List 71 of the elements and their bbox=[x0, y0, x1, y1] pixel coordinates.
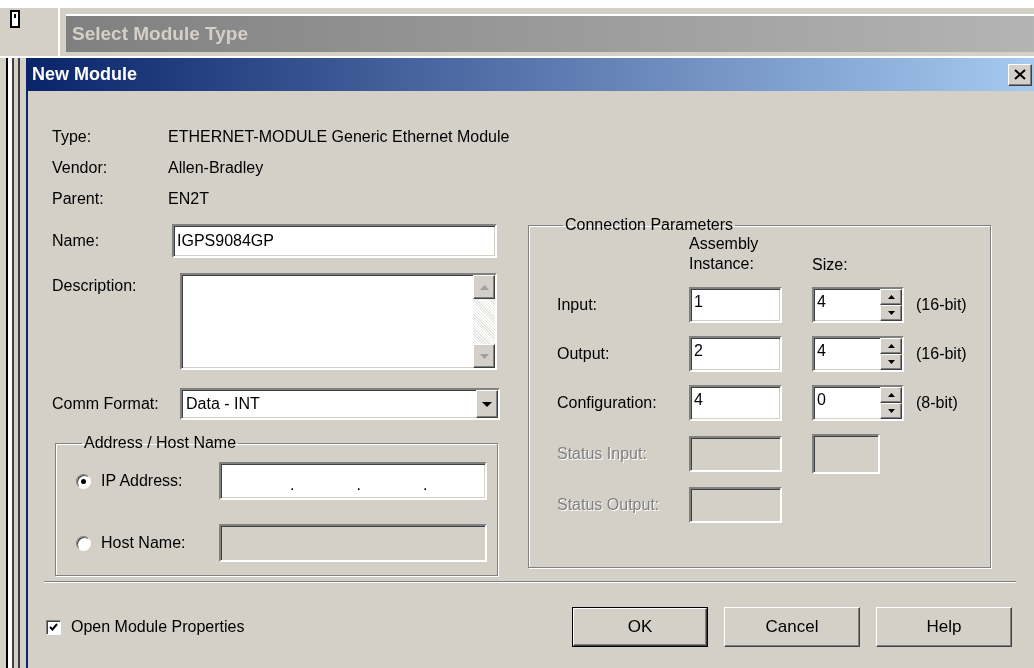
checkbox[interactable] bbox=[46, 619, 61, 635]
comm-format-dropdown[interactable]: Data - INT bbox=[180, 388, 500, 420]
row-label: Status Input: bbox=[557, 445, 648, 463]
size-spinner[interactable]: 4 bbox=[812, 287, 904, 323]
size-spinner[interactable]: 4 bbox=[812, 336, 904, 372]
dialog-button[interactable]: Cancel bbox=[724, 607, 860, 647]
checkbox-label: Open Module Properties bbox=[71, 618, 245, 636]
up-arrow-icon bbox=[479, 284, 489, 290]
size-field[interactable] bbox=[812, 434, 880, 474]
scroll-up-button[interactable] bbox=[473, 275, 495, 299]
size-spinner[interactable]: 0 bbox=[812, 385, 904, 421]
description-field[interactable] bbox=[180, 273, 497, 370]
field-label: Comm Format: bbox=[52, 395, 160, 413]
size-unit: (16-bit) bbox=[916, 296, 968, 314]
row-label: Output: bbox=[557, 345, 611, 363]
host-name-field[interactable] bbox=[219, 524, 487, 562]
option-label: IP Address: bbox=[101, 472, 184, 490]
down-arrow-icon bbox=[887, 409, 895, 413]
instance-field[interactable] bbox=[689, 436, 782, 472]
check-icon bbox=[49, 623, 58, 631]
caret-icon bbox=[482, 401, 492, 407]
info-value: EN2T bbox=[168, 189, 210, 208]
dialog-button[interactable]: Help bbox=[876, 607, 1012, 647]
info-label: Parent: bbox=[52, 189, 105, 208]
spin-down-button[interactable] bbox=[880, 354, 902, 370]
size-unit: (16-bit) bbox=[916, 345, 968, 363]
size-unit: (8-bit) bbox=[916, 394, 959, 412]
group-title: Address / Host Name bbox=[83, 434, 238, 452]
scrollbar-track[interactable] bbox=[473, 275, 495, 368]
group-title: Connection Parameters bbox=[564, 216, 735, 234]
field-label: Description: bbox=[52, 276, 138, 295]
down-arrow-icon bbox=[479, 353, 489, 359]
dialog-button[interactable]: OK bbox=[572, 607, 708, 647]
option-label: Host Name: bbox=[101, 534, 187, 552]
scroll-down-button[interactable] bbox=[473, 344, 495, 368]
name-field[interactable]: IGPS9084GP bbox=[172, 224, 497, 258]
background-window-title: Select Module Type bbox=[66, 14, 1034, 52]
ip-separator: . bbox=[356, 476, 361, 494]
instance-field[interactable]: 1 bbox=[689, 287, 782, 323]
down-arrow-icon bbox=[887, 360, 895, 364]
ip-separator: . bbox=[290, 476, 295, 494]
info-value: Allen-Bradley bbox=[168, 158, 265, 177]
field-label: Name: bbox=[52, 232, 101, 250]
close-button[interactable] bbox=[1008, 63, 1032, 86]
up-arrow-icon bbox=[887, 344, 895, 348]
instance-field[interactable] bbox=[689, 487, 782, 523]
spin-up-button[interactable] bbox=[880, 338, 902, 354]
ip-separator: . bbox=[422, 476, 428, 494]
dropdown-button[interactable] bbox=[476, 390, 498, 418]
info-label: Type: bbox=[52, 127, 93, 146]
spin-up-button[interactable] bbox=[880, 289, 902, 305]
spin-down-button[interactable] bbox=[880, 305, 902, 321]
instance-field[interactable]: 2 bbox=[689, 336, 782, 372]
window-icon bbox=[10, 10, 20, 28]
up-arrow-icon bbox=[887, 295, 895, 299]
row-label: Input: bbox=[557, 296, 599, 314]
row-label: Status Output: bbox=[557, 496, 661, 514]
dialog-title: New Module bbox=[32, 64, 137, 85]
down-arrow-icon bbox=[887, 311, 895, 315]
row-label: Configuration: bbox=[557, 394, 658, 412]
instance-field[interactable]: 4 bbox=[689, 385, 782, 421]
column-header: Size: bbox=[812, 256, 849, 274]
up-arrow-icon bbox=[887, 393, 895, 397]
info-value: ETHERNET-MODULE Generic Ethernet Module bbox=[168, 127, 511, 146]
spin-down-button[interactable] bbox=[880, 403, 902, 419]
info-label: Vendor: bbox=[52, 158, 109, 177]
close-icon bbox=[1014, 69, 1026, 80]
spin-up-button[interactable] bbox=[880, 387, 902, 403]
column-header: Assembly Instance: bbox=[689, 234, 760, 274]
ip-address-field[interactable]: . . . bbox=[219, 462, 487, 500]
radio-button[interactable] bbox=[76, 473, 91, 489]
